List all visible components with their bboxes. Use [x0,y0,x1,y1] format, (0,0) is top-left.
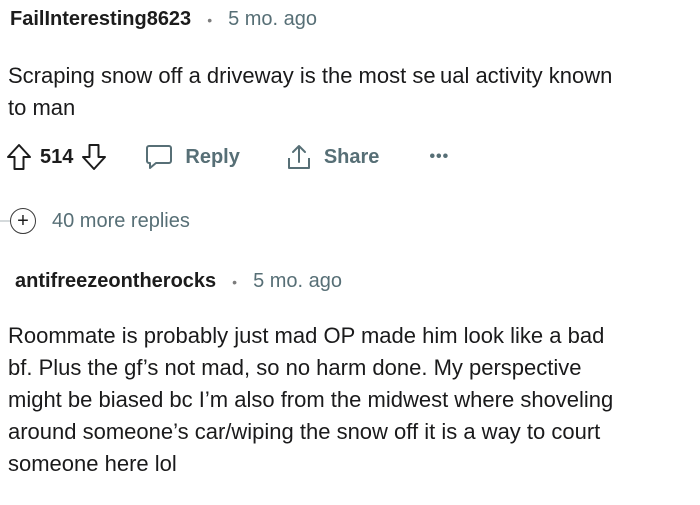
meta-separator: • [207,11,213,28]
comment-body: Roommate is probably just mad OP made hi… [8,323,614,476]
share-button[interactable]: Share [286,143,380,171]
share-icon [287,145,310,169]
thread-line [0,220,10,222]
arrow-down-outline-icon [82,144,107,170]
comment-actions: 514 Reply Share ••• [6,139,449,175]
reply-button[interactable]: Reply [145,144,240,170]
reply-label: Reply [185,145,240,168]
comment-timestamp[interactable]: 5 mo. ago [253,270,342,293]
more-options-button[interactable]: ••• [429,148,449,166]
more-replies-label: 40 more replies [52,209,190,232]
meta-separator: • [232,273,238,290]
upvote-button[interactable] [6,143,32,171]
comment-author[interactable]: FailInteresting8623 [10,8,191,31]
more-replies-button[interactable]: + 40 more replies [0,203,190,239]
comment-timestamp[interactable]: 5 mo. ago [228,8,317,31]
comment-bubble-icon [146,145,173,169]
plus-circle-icon: + [10,208,36,234]
downvote-button[interactable] [81,143,107,171]
share-label: Share [323,145,380,168]
comment-author[interactable]: antifreezeontherocks [15,270,216,293]
arrow-up-outline-icon [7,144,31,170]
comment-body: Scraping snow off a driveway is the most… [8,63,613,120]
comment-meta: antifreezeontherocks • 5 mo. ago [15,270,342,293]
vote-score: 514 [40,145,74,168]
comment-meta: FailInteresting8623 • 5 mo. ago [10,8,317,31]
